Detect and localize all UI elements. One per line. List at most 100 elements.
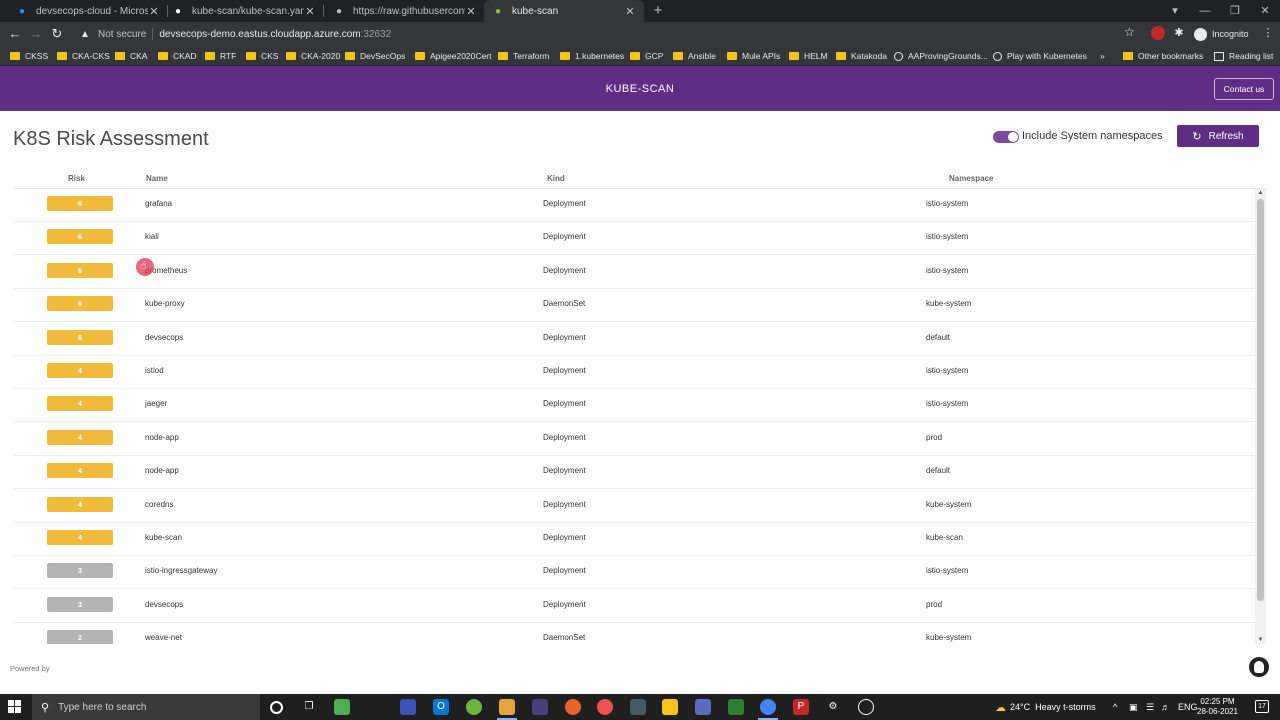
table-row[interactable]: 6 prometheus Deployment istio-system [14,256,1255,289]
file-explorer-icon[interactable] [662,699,678,715]
tab-search-icon[interactable]: ▾ [1160,0,1190,22]
sublime-text-icon[interactable] [497,699,517,720]
scroll-up-arrow-icon[interactable]: ▲ [1255,189,1266,197]
notepad-app-icon[interactable] [334,699,350,715]
table-row[interactable]: 4 jaeger Deployment istio-system [14,389,1255,422]
table-row[interactable]: 4 node-app Deployment prod [14,423,1255,456]
volume-icon[interactable]: ♬ [1161,694,1170,720]
bookmark-item[interactable]: AAProvingGrounds... [894,49,988,63]
extensions-puzzle-icon[interactable]: ✱ [1172,26,1186,40]
bookmark-item[interactable]: Play with Kubernetes [993,49,1087,63]
app-icon[interactable] [532,699,548,715]
bookmark-item[interactable]: 1.kubernetes [560,49,624,63]
contact-us-button[interactable]: Contact us [1214,78,1274,100]
spring-icon[interactable] [466,699,482,715]
powerpoint-icon[interactable]: P [793,699,809,715]
browser-tab[interactable]: ● https://raw.githubusercontent.co✕ [325,0,485,22]
postman-icon[interactable] [565,699,581,715]
bookmark-item[interactable]: Apigee2020Cert [415,49,491,63]
browser-tab[interactable]: ● kube-scan/kube-scan.yaml at ma✕ [164,0,324,22]
language-indicator[interactable]: ENG [1178,694,1198,720]
column-header-kind[interactable]: Kind [547,174,565,183]
other-bookmarks[interactable]: Other bookmarks [1123,49,1203,63]
incognito-profile-button[interactable]: Incognito [1194,25,1249,43]
chrome-icon[interactable] [758,699,778,720]
taskbar-search-box[interactable]: ⚲ Type here to search [32,694,260,720]
scrollbar-thumb[interactable] [1257,199,1264,601]
wifi-icon[interactable]: ☰ [1146,694,1154,720]
bookmarks-overflow-chevron-icon[interactable]: » [1100,49,1105,63]
taskbar-clock[interactable]: 02:25 PM 28-06-2021 [1197,697,1238,717]
resource-kind: Deployment [543,399,586,408]
forward-arrow-icon[interactable]: → [27,25,45,43]
tray-app-icon[interactable]: ▣ [1129,694,1138,720]
address-bar[interactable]: ▲ Not secure devsecops-demo.eastus.cloud… [72,24,1148,44]
close-window-button[interactable]: ✕ [1250,0,1280,22]
reading-list[interactable]: Reading list [1214,49,1273,63]
close-tab-icon[interactable]: ✕ [465,5,477,18]
windows-start-icon[interactable] [8,700,22,714]
app-icon[interactable] [597,699,613,715]
table-row[interactable]: 3 devsecops Deployment prod [14,590,1255,623]
table-row[interactable]: 4 node-app Deployment default [14,456,1255,489]
refresh-button[interactable]: ↻ Refresh [1177,125,1259,147]
table-row[interactable]: 6 kiali Deployment istio-system [14,222,1255,255]
scroll-down-arrow-icon[interactable]: ▼ [1255,636,1266,644]
close-tab-icon[interactable]: ✕ [304,5,316,18]
bookmark-item[interactable]: RTF [205,49,236,63]
bookmark-label: Katakoda [851,51,887,61]
restore-button[interactable]: ❐ [1220,0,1250,22]
app-icon[interactable] [695,699,711,715]
bookmark-star-icon[interactable]: ☆ [1124,25,1135,39]
terminal-icon[interactable] [630,699,646,715]
tray-chevron-icon[interactable]: ^ [1113,694,1117,720]
weather-widget[interactable]: ☁ 24°C Heavy t-storms [995,694,1096,720]
bookmark-item[interactable]: CKA [115,49,147,63]
minimize-button[interactable]: — [1190,0,1220,22]
back-arrow-icon[interactable]: ← [6,25,24,43]
table-row[interactable]: 4 istiod Deployment istio-system [14,356,1255,389]
column-header-namespace[interactable]: Namespace [949,174,993,183]
github-icon[interactable] [1249,657,1269,677]
table-row[interactable]: 6 devsecops Deployment default [14,323,1255,356]
bookmark-item[interactable]: Ansible [673,49,716,63]
column-header-name[interactable]: Name [146,174,168,183]
bookmark-item[interactable]: HELM [789,49,828,63]
table-row[interactable]: 4 coredns Deployment kube-system [14,490,1255,523]
bookmark-item[interactable]: DevSecOps [345,49,405,63]
table-row[interactable]: 6 grafana Deployment istio-system [14,189,1255,222]
table-row[interactable]: 3 istio-ingressgateway Deployment istio-sys… [14,556,1255,589]
outlook-icon[interactable]: O [433,699,449,715]
bookmark-item[interactable]: Mule APIs [727,49,780,63]
bookmark-item[interactable]: CKAD [158,49,197,63]
table-scrollbar[interactable]: ▲ ▼ [1255,189,1266,644]
bookmark-item[interactable]: CKSS [10,49,48,63]
browser-tab[interactable]: ● devsecops-cloud - Microsoft Azu✕ [8,0,168,22]
close-tab-icon[interactable]: ✕ [624,5,636,18]
bookmark-item[interactable]: Terraform [498,49,549,63]
bookmark-item[interactable]: CKA-CKS [57,49,110,63]
bookmark-item[interactable]: Katakoda [836,49,887,63]
app-icon[interactable] [858,699,874,715]
new-tab-button[interactable]: + [650,2,666,20]
app-icon[interactable] [400,699,416,715]
notification-center-icon[interactable]: 17 [1255,700,1269,713]
include-system-namespaces-toggle[interactable] [993,131,1019,143]
table-row[interactable]: 4 kube-scan Deployment kube-scan [14,523,1255,556]
resource-kind: Deployment [543,500,586,509]
close-tab-icon[interactable]: ✕ [148,5,160,18]
bookmark-item[interactable]: GCP [630,49,663,63]
column-header-risk[interactable]: Risk [68,174,85,183]
cortana-icon[interactable] [270,701,283,714]
table-row[interactable]: 2 weave-net DaemonSet kube-system [14,623,1255,644]
kebab-menu-icon[interactable]: ⋮ [1261,26,1275,40]
reload-icon[interactable]: ↻ [48,25,66,43]
bookmark-item[interactable]: CKA-2020 [286,49,340,63]
extension-badge-icon[interactable] [1151,26,1165,40]
task-view-icon[interactable]: ❐ [301,699,317,715]
app-icon[interactable] [728,699,744,715]
browser-tab[interactable]: ● kube-scan ✕ [484,0,644,22]
table-row[interactable]: 6 kube-proxy DaemonSet kube-system [14,289,1255,322]
settings-gear-icon[interactable]: ⚙ [825,699,841,715]
bookmark-item[interactable]: CKS [246,49,278,63]
